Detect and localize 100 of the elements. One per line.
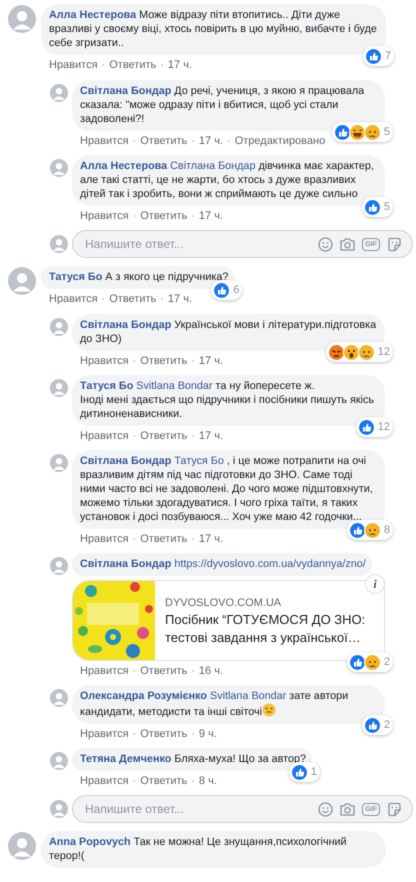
like-link[interactable]: Нравится <box>80 727 129 741</box>
like-reaction-icon <box>358 418 375 436</box>
author-link[interactable]: Алла Нестерова <box>80 160 168 172</box>
avatar[interactable] <box>50 800 68 818</box>
url-link[interactable]: https://dyvoslovo.com.ua/vydannya/zno/ <box>174 558 366 570</box>
reply-link[interactable]: Ответить <box>140 134 188 148</box>
timestamp-link[interactable]: 8 ч. <box>198 774 217 788</box>
reaction-badge[interactable]: 8 <box>346 520 393 540</box>
mention-link[interactable]: Світлана Бондар <box>170 160 256 172</box>
author-link[interactable]: Тетяна Демченко <box>80 753 172 765</box>
avatar[interactable] <box>8 267 36 295</box>
author-link[interactable]: Олександра Розумієнко <box>80 690 208 702</box>
separator-dot: · <box>191 774 195 788</box>
reaction-count: 7 <box>384 50 391 62</box>
avatar[interactable] <box>50 379 68 397</box>
reply-link[interactable]: Ответить <box>140 727 188 741</box>
timestamp-link[interactable]: 17 ч. <box>168 58 192 72</box>
reply-link[interactable]: Ответить <box>140 429 188 443</box>
like-reaction-icon <box>364 48 382 64</box>
avatar[interactable] <box>50 689 68 707</box>
avatar[interactable] <box>50 557 68 575</box>
separator-dot: · <box>132 664 136 678</box>
separator-dot: · <box>132 209 136 223</box>
like-link[interactable]: Нравится <box>80 429 129 443</box>
timestamp-link[interactable]: 9 ч. <box>198 727 217 741</box>
reaction-count: 1 <box>310 766 317 778</box>
timestamp-link[interactable]: 17 ч. <box>198 209 224 223</box>
avatar[interactable] <box>8 5 36 33</box>
smiley-icon[interactable] <box>318 236 334 252</box>
avatar[interactable] <box>50 454 68 472</box>
mention-link[interactable]: Svitlana Bondar <box>210 690 286 702</box>
link-title[interactable]: Посібник “ГОТУЄМОСЯ ДО ЗНО: тестові завдання з української… <box>165 611 376 647</box>
like-link[interactable]: Нравится <box>80 664 129 678</box>
sad-face-icon <box>358 344 375 360</box>
timestamp-link[interactable]: 17 ч. <box>198 134 224 148</box>
sad-face-icon <box>364 522 381 538</box>
avatar[interactable] <box>50 318 68 336</box>
reaction-badge[interactable]: 1 <box>288 762 320 782</box>
separator-dot: · <box>160 292 164 306</box>
avatar[interactable] <box>50 159 68 177</box>
author-link[interactable]: Світлана Бондар <box>80 319 172 331</box>
mention-link[interactable]: Svitlana Bondar <box>136 380 213 392</box>
info-button[interactable]: i <box>365 574 385 594</box>
reply-link[interactable]: Ответить <box>109 58 156 72</box>
avatar[interactable] <box>50 84 68 102</box>
like-reaction-icon <box>348 522 366 538</box>
separator-dot: · <box>132 134 136 148</box>
timestamp-link[interactable]: 17 ч. <box>198 354 224 368</box>
reply-link[interactable]: Ответить <box>140 774 188 788</box>
laughing-face-icon <box>348 124 366 140</box>
link-domain: DYVOSLOVO.COM.UA <box>165 597 282 609</box>
reaction-badge[interactable]: 2 <box>346 652 393 672</box>
camera-icon[interactable] <box>340 802 356 816</box>
author-link[interactable]: Татуся Бо <box>80 380 134 392</box>
author-link[interactable]: Алла Нестерова <box>49 9 136 21</box>
sticker-icon[interactable] <box>387 802 402 816</box>
reaction-count: 2 <box>384 719 390 731</box>
reaction-badge[interactable]: 5 <box>332 122 393 142</box>
reply-link[interactable]: Ответить <box>140 209 188 223</box>
reaction-badge[interactable]: 5 <box>362 197 393 217</box>
timestamp-link[interactable]: 17 ч. <box>198 532 224 546</box>
author-link[interactable]: Anna Popovych <box>49 836 131 848</box>
reply-link[interactable]: Ответить <box>140 354 188 368</box>
timestamp-link[interactable]: 16 ч. <box>198 664 224 678</box>
like-link[interactable]: Нравится <box>80 354 129 368</box>
like-reaction-icon <box>290 764 308 780</box>
reaction-count: 12 <box>378 346 390 358</box>
smiley-icon[interactable] <box>318 802 334 816</box>
reply-link[interactable]: Ответить <box>140 664 188 678</box>
reaction-badge[interactable]: 12 <box>356 417 393 437</box>
avatar[interactable] <box>50 235 68 253</box>
reaction-badge[interactable]: 12 <box>326 342 393 362</box>
avatar[interactable] <box>50 752 68 770</box>
like-reaction-icon <box>364 198 381 216</box>
avatar[interactable] <box>8 832 36 860</box>
timestamp-link[interactable]: 17 ч. <box>168 292 192 306</box>
sticker-icon[interactable] <box>387 236 402 252</box>
like-link[interactable]: Нравится <box>80 774 129 788</box>
like-link[interactable]: Нравится <box>80 209 129 223</box>
separator-dot: · <box>191 664 195 678</box>
camera-icon[interactable] <box>340 237 356 251</box>
like-link[interactable]: Нравится <box>80 134 129 148</box>
like-link[interactable]: Нравится <box>49 58 98 72</box>
reaction-badge[interactable]: 6 <box>211 280 242 300</box>
timestamp-link[interactable]: 17 ч. <box>198 429 224 443</box>
author-link[interactable]: Світлана Бондар <box>80 558 172 570</box>
like-link[interactable]: Нравится <box>49 292 98 306</box>
reaction-badge[interactable]: 2 <box>362 715 393 735</box>
like-link[interactable]: Нравится <box>80 532 129 546</box>
reply-link[interactable]: Ответить <box>109 292 156 306</box>
separator-dot: · <box>227 134 231 148</box>
mention-link[interactable]: Татуся Бо <box>174 455 224 467</box>
reaction-count: 2 <box>384 656 390 668</box>
reply-link[interactable]: Ответить <box>140 532 188 546</box>
author-link[interactable]: Татуся Бо <box>49 271 102 283</box>
reaction-count: 5 <box>384 201 390 213</box>
author-link[interactable]: Світлана Бондар <box>80 85 172 97</box>
separator-dot: · <box>102 292 106 306</box>
reaction-badge[interactable]: 7 <box>362 46 394 66</box>
author-link[interactable]: Світлана Бондар <box>80 455 172 467</box>
